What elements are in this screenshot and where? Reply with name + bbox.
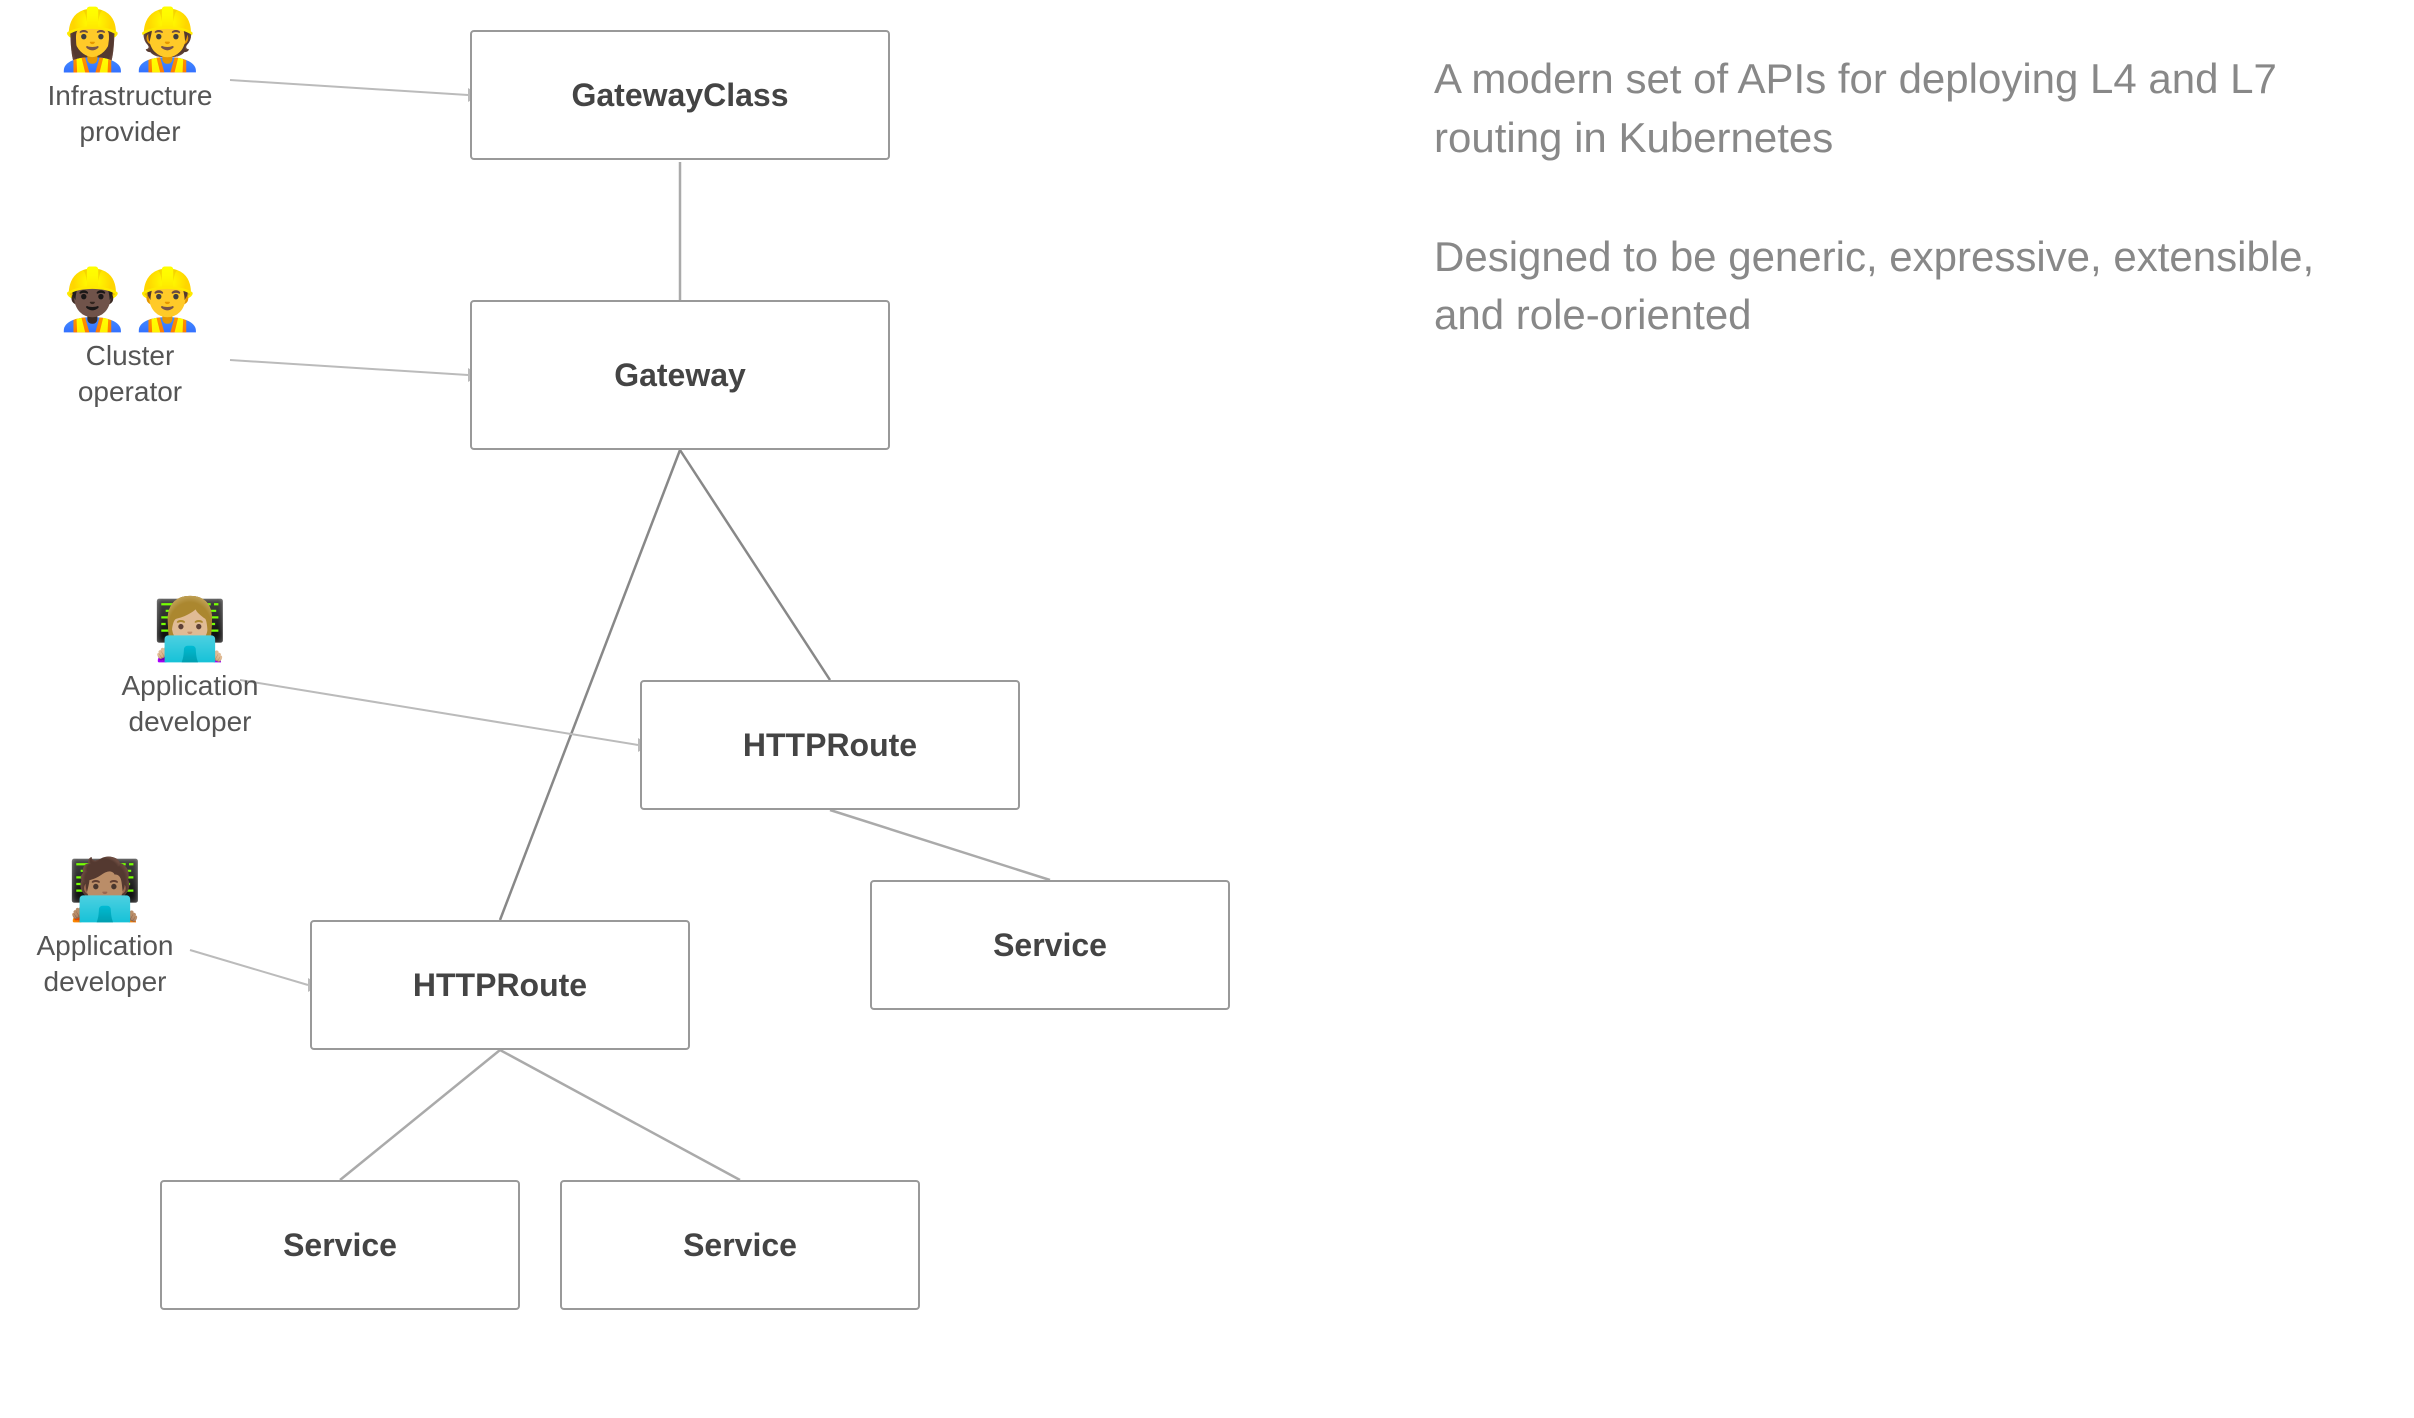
diagram-container: GatewayClass Gateway HTTPRoute HTTPRoute…	[0, 0, 2414, 1418]
persona-appdev2-label: Applicationdeveloper	[37, 928, 174, 1001]
description-line2: Designed to be generic, expressive, exte…	[1434, 228, 2334, 346]
box-httproute2-label: HTTPRoute	[413, 967, 587, 1004]
box-gatewayclass-label: GatewayClass	[571, 77, 788, 114]
persona-appdev2-emoji: 🧑🏽‍💻	[68, 860, 143, 920]
box-service2: Service	[160, 1180, 520, 1310]
box-service1: Service	[870, 880, 1230, 1010]
box-httproute2: HTTPRoute	[310, 920, 690, 1050]
persona-cluster-emoji: 👷🏿‍♂️👷‍♂️	[55, 270, 204, 330]
persona-infra-provider: 👷‍♀️👷 Infrastructureprovider	[30, 10, 230, 151]
box-service3: Service	[560, 1180, 920, 1310]
persona-infra-emoji: 👷‍♀️👷	[55, 10, 204, 70]
box-gatewayclass: GatewayClass	[470, 30, 890, 160]
box-gateway-label: Gateway	[614, 357, 746, 394]
persona-appdev1-emoji: 👩🏼‍💻	[153, 600, 228, 660]
persona-infra-label: Infrastructureprovider	[48, 78, 213, 151]
box-service2-label: Service	[283, 1227, 397, 1264]
box-gateway: Gateway	[470, 300, 890, 450]
persona-app-dev1: 👩🏼‍💻 Applicationdeveloper	[100, 600, 280, 741]
box-service3-label: Service	[683, 1227, 797, 1264]
persona-appdev1-label: Applicationdeveloper	[122, 668, 259, 741]
box-httproute1: HTTPRoute	[640, 680, 1020, 810]
persona-app-dev2: 🧑🏽‍💻 Applicationdeveloper	[10, 860, 200, 1001]
box-httproute1-label: HTTPRoute	[743, 727, 917, 764]
description-block: A modern set of APIs for deploying L4 an…	[1434, 50, 2334, 405]
box-service1-label: Service	[993, 927, 1107, 964]
persona-cluster-label: Clusteroperator	[78, 338, 182, 411]
persona-cluster-operator: 👷🏿‍♂️👷‍♂️ Clusteroperator	[20, 270, 240, 411]
description-line1: A modern set of APIs for deploying L4 an…	[1434, 50, 2334, 168]
